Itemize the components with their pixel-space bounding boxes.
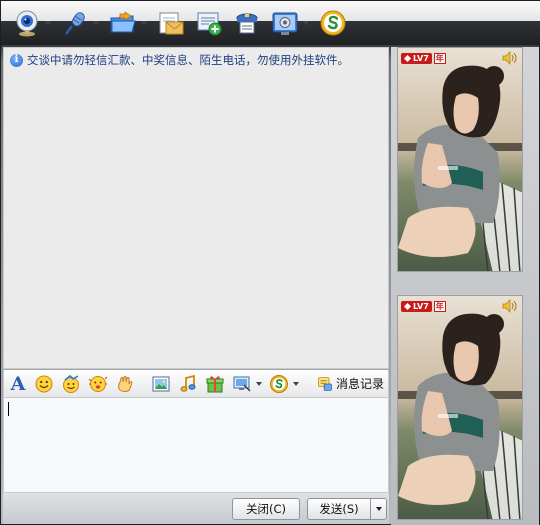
- level-badge: LV7: [401, 52, 432, 64]
- main-toolbar: [1, 1, 540, 45]
- picture-icon: [152, 376, 170, 391]
- diamond-icon: [404, 54, 411, 62]
- contact-video-panel[interactable]: LV7 年: [397, 47, 523, 272]
- settings-button[interactable]: [269, 6, 311, 40]
- info-icon: i: [10, 53, 23, 67]
- soso-dropdown-caret[interactable]: [293, 381, 299, 386]
- shake-face-icon: [88, 375, 108, 392]
- send-file-button[interactable]: [107, 6, 149, 40]
- app-button[interactable]: [231, 6, 263, 40]
- security-notice: i 交谈中请勿轻信汇款、中奖信息、陌生电话，勿使用外挂软件。: [10, 52, 349, 68]
- app-icon: [236, 13, 258, 34]
- level-text: LV7: [413, 301, 429, 311]
- send-mail-button[interactable]: [155, 6, 187, 40]
- screenshot-dropdown-caret[interactable]: [256, 381, 262, 386]
- soso-button[interactable]: [317, 6, 349, 40]
- chevron-down-icon: [375, 507, 382, 511]
- magic-smiley-icon: [63, 374, 79, 393]
- shake-button[interactable]: [87, 373, 109, 395]
- diamond-icon: [404, 302, 411, 310]
- send-button[interactable]: 发送(S): [307, 498, 371, 520]
- gift-icon: [206, 375, 224, 392]
- video-panel-header: LV7 年: [398, 48, 522, 68]
- video-panel-header: LV7 年: [398, 296, 522, 316]
- gift-button[interactable]: [204, 373, 226, 395]
- video-call-dropdown-caret[interactable]: [45, 21, 51, 25]
- message-record-button[interactable]: 消息记录: [316, 373, 398, 395]
- emoticon-button[interactable]: [33, 373, 55, 395]
- soso-icon: [320, 10, 346, 36]
- video-call-button[interactable]: [11, 6, 53, 40]
- year-badge: 年: [433, 52, 446, 64]
- screen-capture-icon: [233, 376, 251, 392]
- mail-icon: [159, 12, 184, 35]
- message-history-area[interactable]: i 交谈中请勿轻信汇款、中奖信息、陌生电话，勿使用外挂软件。: [3, 47, 389, 369]
- input-toolbar: A 消息记录: [3, 370, 398, 398]
- send-options-dropdown[interactable]: [370, 498, 387, 520]
- microphone-icon: [65, 12, 85, 35]
- close-button-label: 关闭(C): [245, 502, 286, 516]
- hand-icon: [118, 375, 133, 392]
- chat-window: i 交谈中请勿轻信汇款、中奖信息、陌生电话，勿使用外挂软件。 A 消息记录 关闭…: [0, 0, 540, 525]
- folder-icon: [110, 11, 136, 33]
- self-video-panel[interactable]: LV7 年: [397, 295, 523, 520]
- voice-call-button[interactable]: [59, 6, 101, 40]
- text-cursor: [8, 402, 9, 416]
- scrawl-button[interactable]: [114, 373, 136, 395]
- close-button[interactable]: 关闭(C): [232, 498, 300, 520]
- settings-dropdown-caret[interactable]: [303, 21, 309, 25]
- magic-emoticon-button[interactable]: [60, 373, 82, 395]
- add-chat-icon: [197, 12, 222, 36]
- font-icon: A: [10, 372, 26, 395]
- send-image-button[interactable]: [150, 373, 172, 395]
- create-group-button[interactable]: [193, 6, 225, 40]
- security-notice-text: 交谈中请勿轻信汇款、中奖信息、陌生电话，勿使用外挂软件。: [27, 53, 349, 67]
- send-file-dropdown-caret[interactable]: [141, 21, 147, 25]
- send-button-label: 发送(S): [319, 502, 359, 516]
- year-badge: 年: [433, 300, 446, 312]
- self-avatar-photo: [398, 296, 522, 519]
- voice-call-dropdown-caret[interactable]: [93, 21, 99, 25]
- message-history-icon: [318, 376, 332, 391]
- screenshot-button[interactable]: [231, 373, 263, 395]
- music-note-icon: [180, 374, 196, 392]
- settings-icon: [272, 12, 298, 35]
- level-text: LV7: [413, 53, 429, 63]
- font-button[interactable]: A: [8, 373, 28, 395]
- level-badge: LV7: [401, 300, 432, 312]
- music-button[interactable]: [177, 373, 199, 395]
- soso-icon: [270, 374, 288, 393]
- contact-avatar-photo: [398, 48, 522, 271]
- message-record-label: 消息记录: [336, 377, 385, 391]
- smiley-icon: [35, 375, 53, 392]
- soso-phrase-button[interactable]: [268, 373, 300, 395]
- message-input[interactable]: [3, 398, 389, 493]
- webcam-icon: [16, 10, 38, 37]
- bottom-button-bar: 关闭(C) 发送(S): [3, 493, 389, 524]
- side-panel: LV7 年 LV7 年: [391, 47, 539, 525]
